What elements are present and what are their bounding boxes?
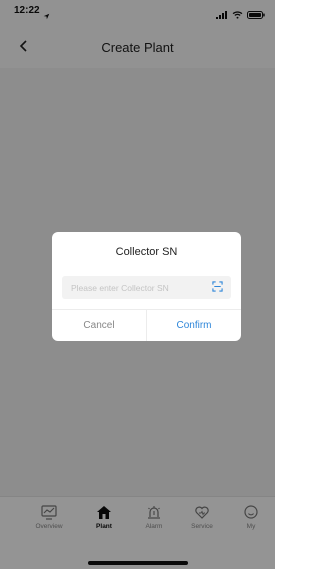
collector-sn-dialog: Collector SN Cancel Confirm bbox=[52, 232, 241, 341]
collector-sn-field bbox=[62, 276, 231, 299]
dialog-title: Collector SN bbox=[115, 246, 178, 258]
confirm-button[interactable]: Confirm bbox=[147, 310, 241, 341]
collector-sn-input[interactable] bbox=[62, 276, 202, 299]
cancel-button[interactable]: Cancel bbox=[52, 310, 146, 341]
qr-scan-icon bbox=[212, 279, 223, 297]
scan-button[interactable] bbox=[211, 279, 224, 297]
